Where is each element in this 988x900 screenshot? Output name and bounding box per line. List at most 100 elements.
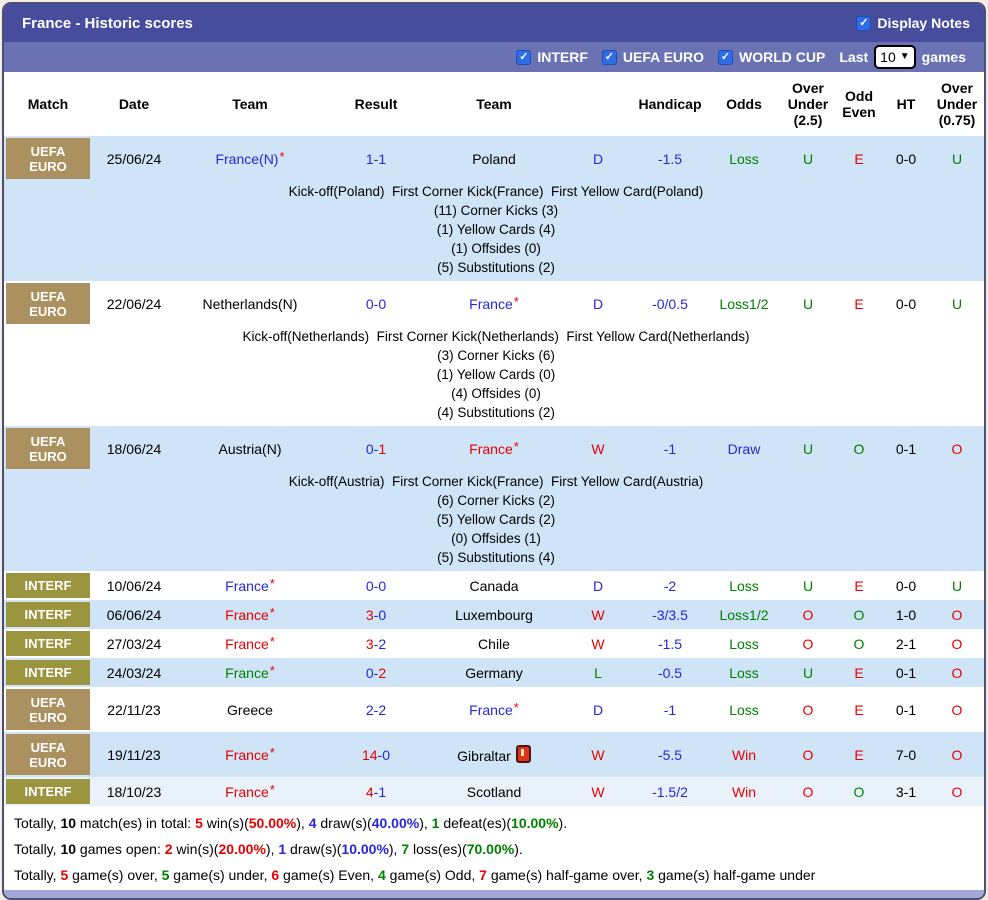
note-line: (6) Corner Kicks (2)	[4, 491, 986, 510]
summary-line: Totally, 5 game(s) over, 5 game(s) under…	[14, 862, 984, 888]
odd-even-cell: O	[832, 426, 886, 471]
odds-cell: Loss1/2	[704, 281, 784, 326]
odds-cell: Loss	[704, 687, 784, 732]
ht-cell: 0-1	[886, 687, 926, 732]
note-line: Kick-off(Netherlands) First Corner Kick(…	[4, 327, 986, 346]
star-marker: *	[270, 634, 275, 649]
col-odds: Odds	[704, 72, 784, 136]
result-cell: 2-2	[324, 687, 428, 732]
odds-cell: Loss	[704, 571, 784, 600]
match-competition-cell: INTERF	[4, 571, 92, 600]
match-row: INTERF24/03/24France*0-2GermanyL-0.5Loss…	[4, 658, 986, 687]
over-under-075-cell: O	[926, 732, 986, 777]
notes-cell: Kick-off(Austria) First Corner Kick(Fran…	[4, 471, 986, 571]
display-notes-checkbox-icon[interactable]	[856, 16, 871, 31]
last-games-group: Last 10 ▼ games	[839, 45, 966, 69]
home-team-cell: France*	[176, 571, 324, 600]
note-line: (11) Corner Kicks (3)	[4, 201, 986, 220]
match-row: UEFA EURO25/06/24France(N)*1-1PolandD-1.…	[4, 136, 986, 181]
col-away-team: Team	[428, 72, 560, 136]
home-team-cell: France*	[176, 629, 324, 658]
filter-uefa-euro-label: UEFA EURO	[623, 49, 704, 65]
ht-cell: 3-1	[886, 777, 926, 806]
star-marker: *	[279, 149, 284, 164]
handicap-cell: -1.5/2	[636, 777, 704, 806]
over-under-075-cell: O	[926, 658, 986, 687]
odd-even-cell: E	[832, 281, 886, 326]
col-handicap: Handicap	[636, 72, 704, 136]
col-result: Result	[324, 72, 428, 136]
over-under-25-cell: O	[784, 732, 832, 777]
filter-uefa-euro[interactable]: UEFA EURO	[602, 49, 704, 65]
competition-badge: UEFA EURO	[6, 428, 90, 469]
ht-cell: 0-1	[886, 426, 926, 471]
away-team-cell: France*	[428, 687, 560, 732]
col-over-under-25: Over Under (2.5)	[784, 72, 832, 136]
over-under-25-cell: O	[784, 777, 832, 806]
star-marker: *	[514, 700, 519, 715]
interf-checkbox-icon[interactable]	[516, 50, 531, 65]
over-under-075-cell: O	[926, 426, 986, 471]
match-competition-cell: INTERF	[4, 658, 92, 687]
note-line: (1) Yellow Cards (4)	[4, 220, 986, 239]
filter-bar: INTERF UEFA EURO WORLD CUP Last 10 ▼ gam…	[4, 42, 984, 72]
handicap-cell: -0.5	[636, 658, 704, 687]
last-label: Last	[839, 49, 868, 65]
star-marker: *	[514, 439, 519, 454]
filter-world-cup[interactable]: WORLD CUP	[718, 49, 825, 65]
dwl-cell: W	[560, 777, 636, 806]
display-notes-toggle[interactable]: Display Notes	[856, 15, 970, 31]
date-cell: 19/11/23	[92, 732, 176, 777]
match-competition-cell: UEFA EURO	[4, 281, 92, 326]
match-competition-cell: UEFA EURO	[4, 426, 92, 471]
note-line: (1) Yellow Cards (0)	[4, 365, 986, 384]
away-team-cell: Canada	[428, 571, 560, 600]
competition-badge: UEFA EURO	[6, 689, 90, 730]
date-cell: 27/03/24	[92, 629, 176, 658]
result-cell: 3-0	[324, 600, 428, 629]
over-under-25-cell: U	[784, 281, 832, 326]
notes-row: Kick-off(Poland) First Corner Kick(Franc…	[4, 181, 986, 281]
match-row: UEFA EURO22/06/24Netherlands(N)0-0France…	[4, 281, 986, 326]
result-cell: 0-0	[324, 281, 428, 326]
home-team-cell: Austria(N)	[176, 426, 324, 471]
result-cell: 4-1	[324, 777, 428, 806]
away-team-cell: France*	[428, 281, 560, 326]
note-line: (5) Substitutions (2)	[4, 258, 986, 277]
odd-even-cell: E	[832, 571, 886, 600]
red-card-icon	[516, 745, 531, 763]
odd-even-cell: O	[832, 777, 886, 806]
odds-cell: Loss1/2	[704, 600, 784, 629]
col-date: Date	[92, 72, 176, 136]
ht-cell: 0-0	[886, 136, 926, 181]
over-under-075-cell: O	[926, 629, 986, 658]
notes-cell: Kick-off(Netherlands) First Corner Kick(…	[4, 326, 986, 426]
note-line: (5) Substitutions (4)	[4, 548, 986, 567]
note-line: (4) Offsides (0)	[4, 384, 986, 403]
star-marker: *	[270, 576, 275, 591]
over-under-075-cell: O	[926, 687, 986, 732]
world-cup-checkbox-icon[interactable]	[718, 50, 733, 65]
date-cell: 18/06/24	[92, 426, 176, 471]
dwl-cell: W	[560, 600, 636, 629]
competition-badge: UEFA EURO	[6, 138, 90, 179]
match-row: INTERF06/06/24France*3-0LuxembourgW-3/3.…	[4, 600, 986, 629]
handicap-cell: -1	[636, 687, 704, 732]
uefa-euro-checkbox-icon[interactable]	[602, 50, 617, 65]
odd-even-cell: E	[832, 732, 886, 777]
note-line: (1) Offsides (0)	[4, 239, 986, 258]
odd-even-cell: E	[832, 687, 886, 732]
note-line: (4) Substitutions (2)	[4, 403, 986, 422]
over-under-075-cell: U	[926, 281, 986, 326]
footer-strip	[4, 890, 984, 898]
handicap-cell: -5.5	[636, 732, 704, 777]
page-title: France - Historic scores	[22, 15, 193, 32]
home-team-cell: Netherlands(N)	[176, 281, 324, 326]
away-team-cell: Scotland	[428, 777, 560, 806]
games-count-select[interactable]: 10 ▼	[874, 45, 915, 69]
col-odd-even: Odd Even	[832, 72, 886, 136]
over-under-25-cell: O	[784, 629, 832, 658]
filter-interf[interactable]: INTERF	[516, 49, 588, 65]
over-under-25-cell: U	[784, 658, 832, 687]
odds-cell: Win	[704, 732, 784, 777]
